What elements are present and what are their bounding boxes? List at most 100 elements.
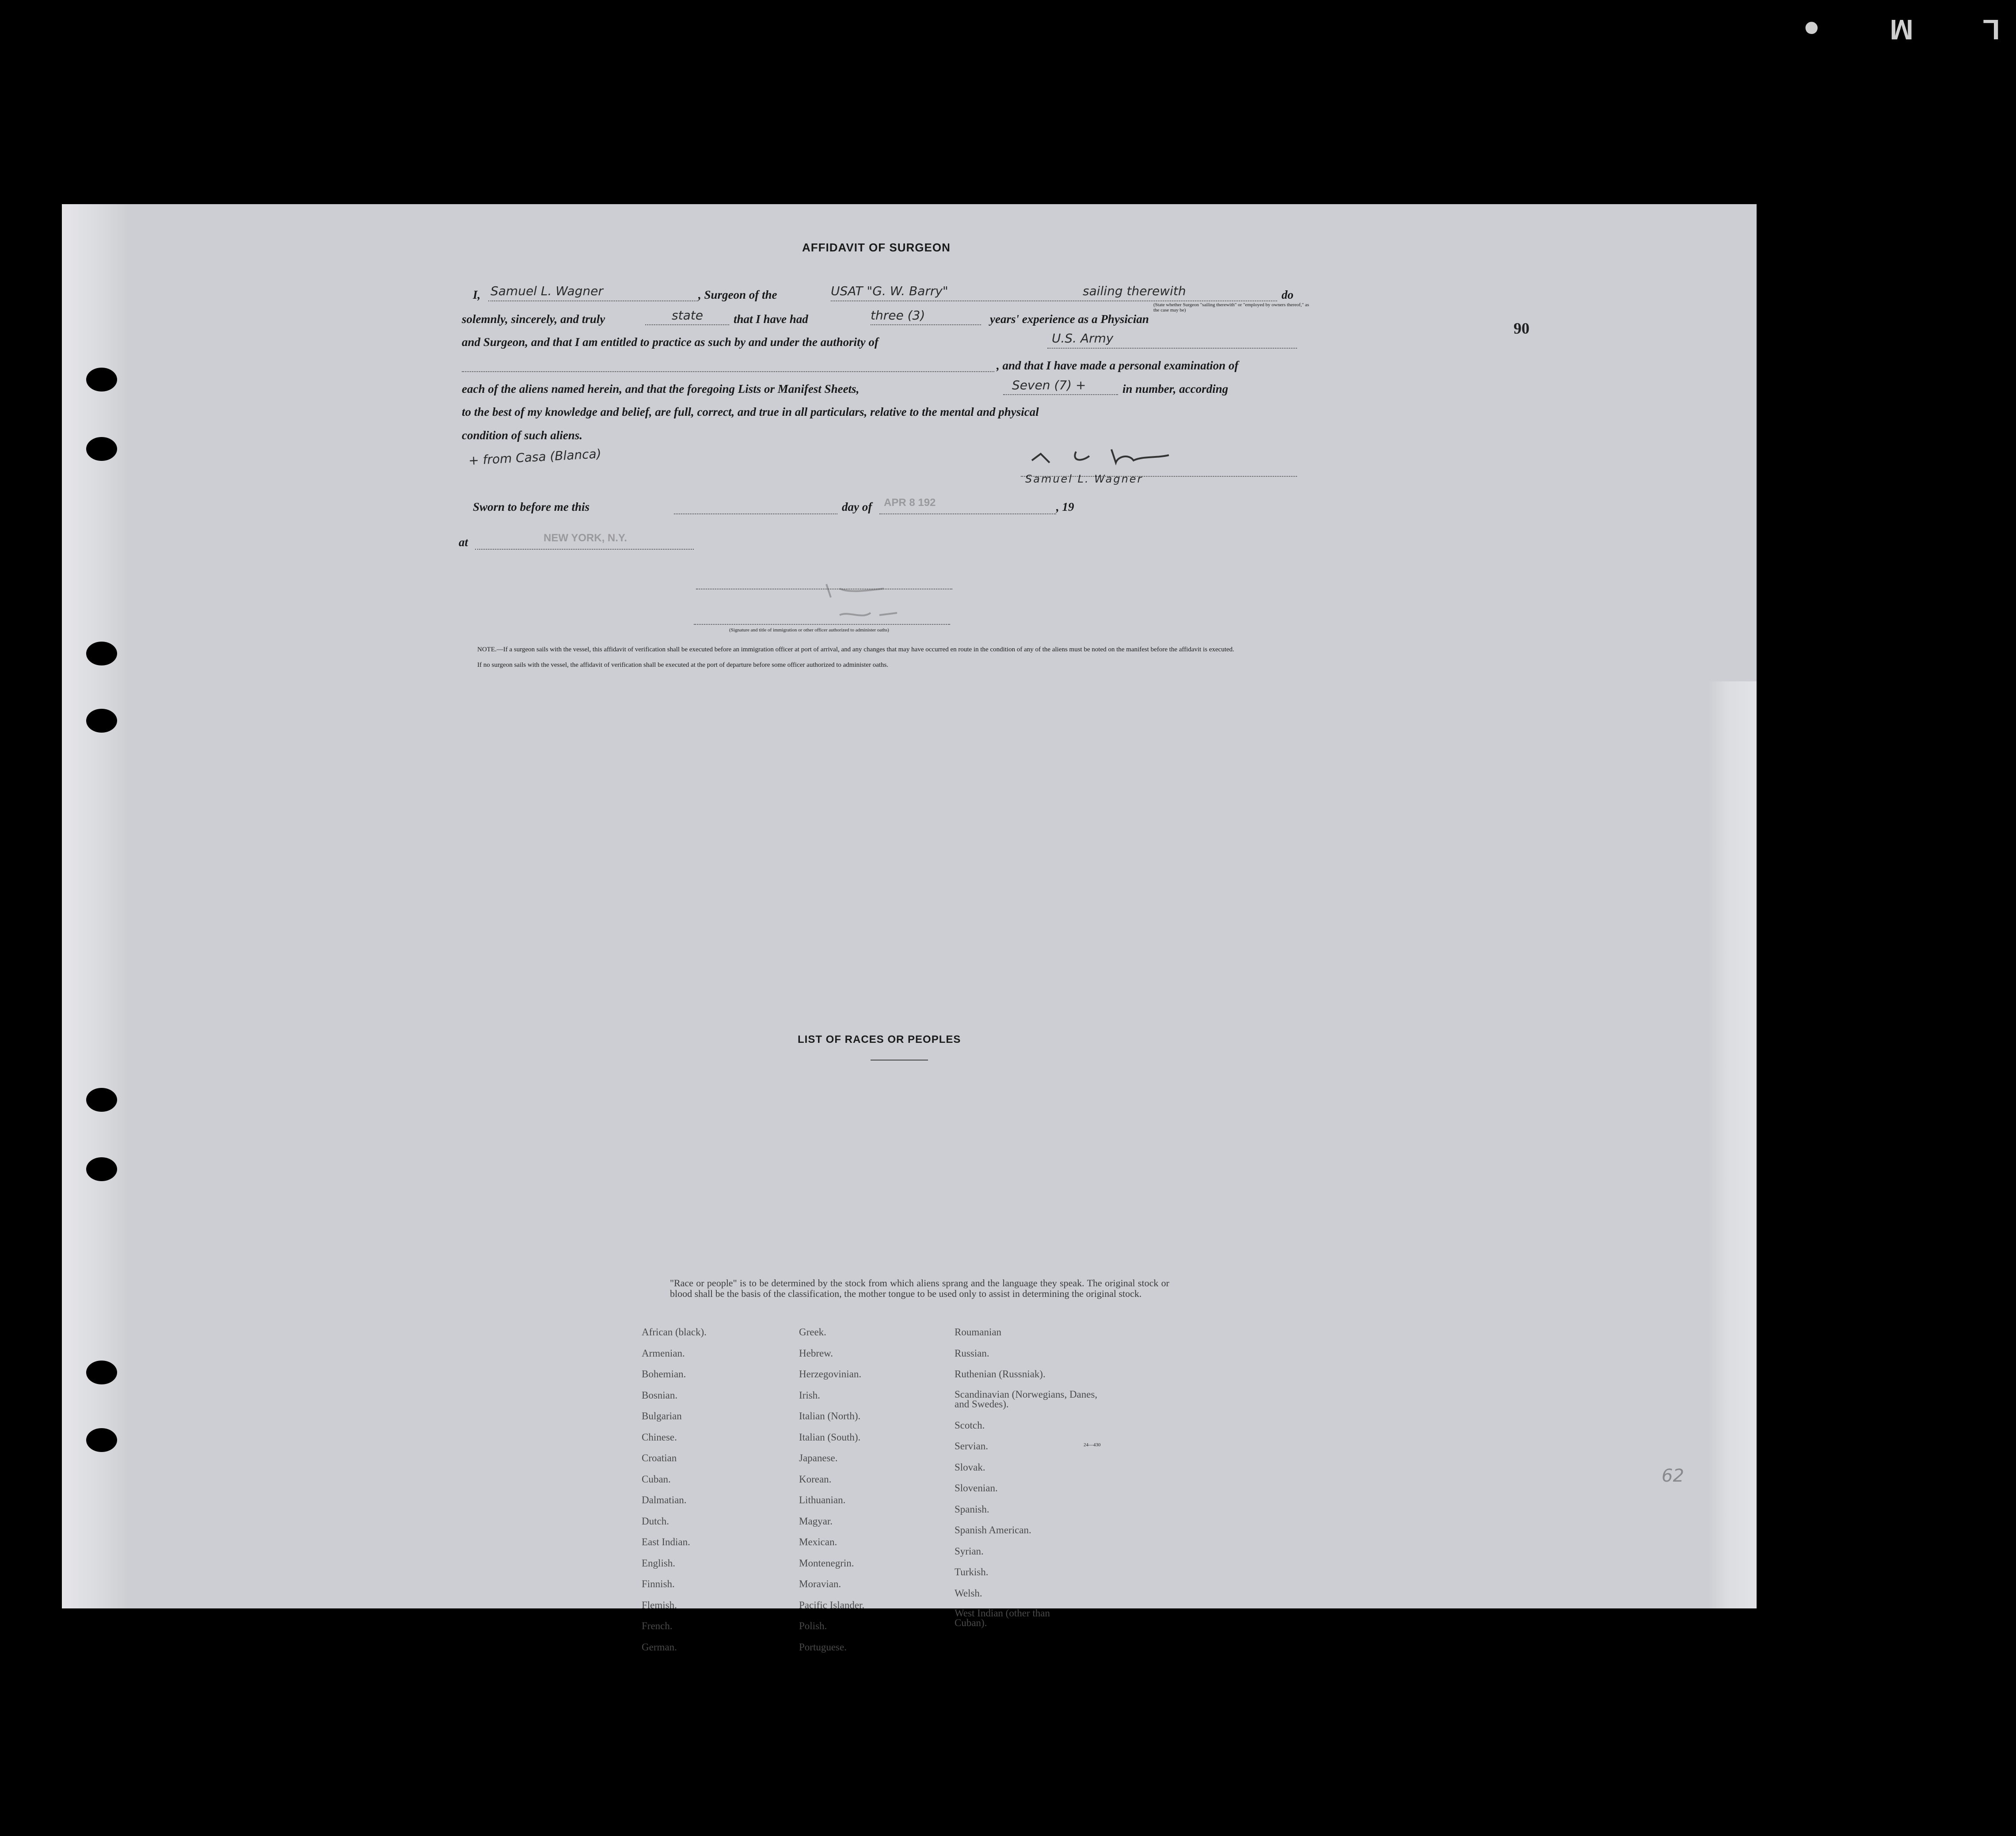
race-item: Greek. — [799, 1327, 826, 1338]
race-item: West Indian (other than Cuban). — [955, 1608, 1050, 1628]
race-item: Mexican. — [799, 1536, 837, 1547]
race-item: Spanish American. — [955, 1524, 1031, 1536]
line4: , and that I have made a personal examin… — [997, 359, 1239, 372]
signature-printed: Samuel L. Wagner — [1025, 473, 1143, 485]
line7: condition of such aliens. — [462, 429, 583, 442]
authority-value: U.S. Army — [1052, 331, 1114, 346]
state-word: state — [672, 308, 703, 323]
note-1: NOTE.—If a surgeon sails with the vessel… — [477, 646, 1234, 653]
races-title-rule — [871, 1060, 928, 1061]
race-item: Lithuanian. — [799, 1494, 846, 1505]
sworn-year: , 19 — [1056, 500, 1074, 513]
line2-end: years' experience as a Physician — [990, 312, 1149, 326]
at-stamp: NEW YORK, N.Y. — [544, 532, 627, 544]
document-page: AFFIDAVIT OF SURGEON I, Samuel L. Wagner… — [62, 204, 1757, 1653]
line6: to the best of my knowledge and belief, … — [462, 405, 1039, 418]
race-item: Cuban. — [642, 1473, 671, 1485]
at-label: at — [459, 536, 468, 549]
race-item: Russian. — [955, 1347, 989, 1359]
sheets-line — [1003, 394, 1118, 395]
ship-line — [831, 300, 1277, 301]
years-value: three (3) — [871, 308, 925, 323]
race-item: Slovenian. — [955, 1482, 998, 1494]
race-item: Bohemian. — [642, 1368, 686, 1380]
page-right-edge — [1708, 681, 1757, 1608]
surgeon-name-line — [488, 300, 698, 301]
race-item: Roumanian — [955, 1327, 1002, 1338]
race-item: Slovak. — [955, 1461, 985, 1473]
race-item: Syrian. — [955, 1545, 984, 1557]
races-column-1: African (black). Armenian. Bohemian. Bos… — [642, 1327, 707, 1662]
sworn-day-label: day of — [842, 500, 872, 513]
race-item: Korean. — [799, 1473, 832, 1485]
sworn-date-stamp: APR 8 192 — [884, 497, 936, 509]
sworn-prefix: Sworn to before me this — [473, 500, 590, 513]
race-item: Portuguese. — [799, 1641, 847, 1653]
race-item: Hebrew. — [799, 1347, 833, 1359]
punch-hole — [86, 437, 117, 461]
race-item: Welsh. — [955, 1587, 982, 1599]
race-item: Dalmatian. — [642, 1494, 687, 1505]
authority-line — [1047, 348, 1297, 349]
line1-mid: , Surgeon of the — [698, 288, 777, 301]
race-item: Bosnian. — [642, 1389, 678, 1401]
officer-line-2 — [694, 624, 950, 625]
punch-hole — [86, 368, 117, 392]
race-item: Flemish. — [642, 1599, 677, 1611]
surgeon-name: Samuel L. Wagner — [491, 284, 603, 298]
races-column-3: Roumanian Russian. Ruthenian (Russniak).… — [955, 1327, 1114, 1630]
margin-note: + from Casa (Blanca) — [468, 446, 602, 468]
race-item: Armenian. — [642, 1347, 685, 1359]
line1-prefix: I, — [473, 288, 481, 301]
punch-hole — [86, 1361, 117, 1384]
race-item: East Indian. — [642, 1536, 690, 1547]
page-left-edge — [62, 204, 128, 1608]
race-item: Moravian. — [799, 1578, 841, 1589]
race-item: German. — [642, 1641, 677, 1653]
race-item: Irish. — [799, 1389, 820, 1401]
race-item: Finnish. — [642, 1578, 675, 1589]
race-item: Turkish. — [955, 1566, 989, 1578]
corner-mark: 62 — [1662, 1466, 1684, 1486]
punch-hole — [86, 1428, 117, 1452]
punch-hole — [86, 642, 117, 665]
state-note: (State whether Surgeon "sailing therewit… — [1153, 302, 1309, 313]
line3: and Surgeon, and that I am entitled to p… — [462, 335, 879, 349]
film-mark: L M ● — [1772, 14, 2000, 46]
ship-name: USAT "G. W. Barry" — [831, 284, 948, 298]
race-item: Bulgarian — [642, 1410, 682, 1422]
officer-signature — [825, 584, 898, 616]
race-item: Pacific Islander. — [799, 1599, 865, 1611]
race-item: Italian (South). — [799, 1431, 861, 1443]
race-item: Ruthenian (Russniak). — [955, 1368, 1046, 1380]
note-2: If no surgeon sails with the vessel, the… — [477, 661, 889, 669]
race-item: Montenegrin. — [799, 1557, 854, 1569]
race-item: Polish. — [799, 1620, 827, 1631]
page-number: 90 — [1514, 319, 1529, 337]
race-item: Scotch. — [955, 1419, 985, 1431]
years-line — [871, 324, 981, 325]
race-item: French. — [642, 1620, 673, 1631]
state-line — [645, 324, 729, 325]
punch-hole — [86, 709, 117, 733]
punch-hole — [86, 1157, 117, 1181]
sworn-month-line — [879, 513, 1056, 514]
form-number: 24—430 — [1084, 1442, 1101, 1448]
punch-hole — [86, 1088, 117, 1112]
line5-prefix: each of the aliens named herein, and tha… — [462, 382, 860, 395]
race-item: English. — [642, 1557, 676, 1569]
race-item: Dutch. — [642, 1515, 669, 1527]
line2-prefix: solemnly, sincerely, and truly — [462, 312, 605, 326]
race-item: Croatian — [642, 1452, 677, 1463]
race-item: Chinese. — [642, 1431, 677, 1443]
race-item: African (black). — [642, 1327, 707, 1338]
races-intro: "Race or people" is to be determined by … — [670, 1277, 1169, 1299]
race-item: Spanish. — [955, 1503, 989, 1515]
sworn-day-line — [674, 513, 837, 514]
line2-mid: that I have had — [734, 312, 808, 326]
officer-caption: (Signature and title of immigration or o… — [729, 627, 889, 633]
line1-end: do — [1282, 288, 1293, 301]
race-item: Magyar. — [799, 1515, 833, 1527]
race-item: Japanese. — [799, 1452, 838, 1463]
race-item: Italian (North). — [799, 1410, 861, 1422]
